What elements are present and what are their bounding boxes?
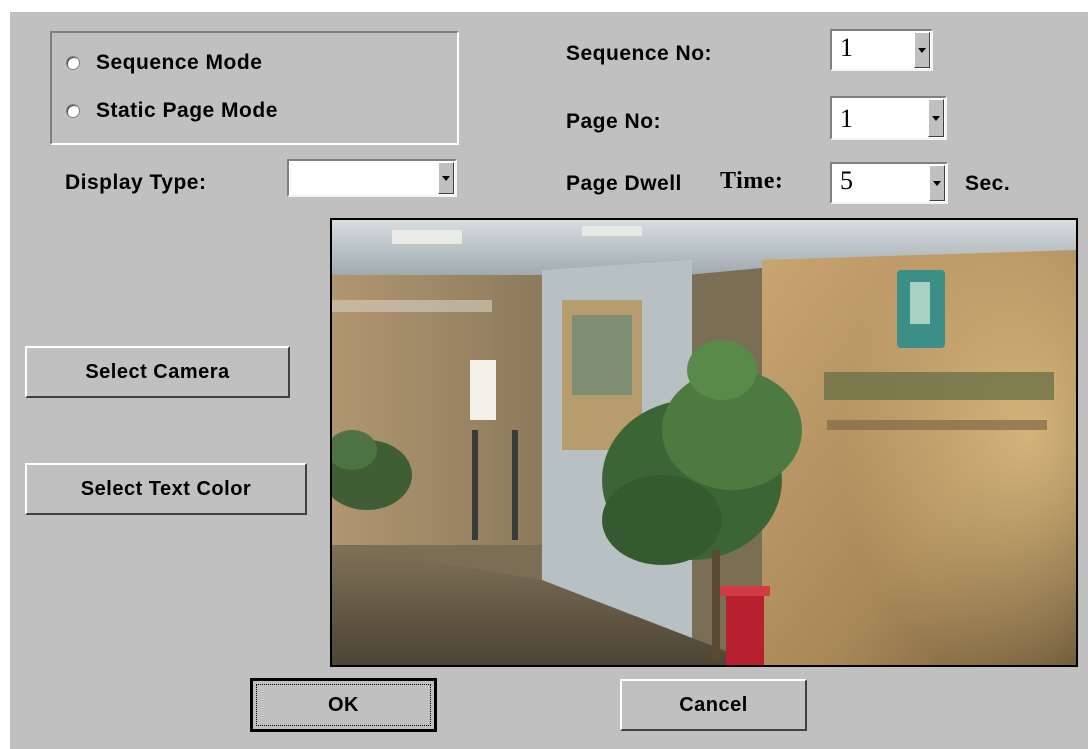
ok-button[interactable]: OK xyxy=(250,678,437,732)
select-text-color-button[interactable]: Select Text Color xyxy=(25,463,307,515)
camera-image xyxy=(332,220,1076,665)
focus-rectangle xyxy=(256,684,431,726)
sequence-no-label: Sequence No: xyxy=(566,42,713,65)
page-no-label: Page No: xyxy=(566,110,662,133)
camera-preview xyxy=(330,218,1078,667)
sequence-mode-radio[interactable]: Sequence Mode xyxy=(66,47,262,79)
page-no-value: 1 xyxy=(840,104,853,133)
sequence-no-value: 1 xyxy=(840,33,853,62)
page-dwell-value: 5 xyxy=(840,166,853,195)
page-dwell-unit: Sec. xyxy=(965,172,1011,195)
radio-icon[interactable] xyxy=(66,104,80,118)
mode-group: Sequence Mode Static Page Mode xyxy=(50,31,459,145)
chevron-down-icon[interactable] xyxy=(928,99,944,137)
static-page-mode-radio[interactable]: Static Page Mode xyxy=(66,95,278,127)
radio-icon[interactable] xyxy=(66,56,80,70)
select-camera-button[interactable]: Select Camera xyxy=(25,346,290,398)
chevron-down-icon[interactable] xyxy=(914,32,930,68)
page-no-select[interactable]: 1 xyxy=(830,96,947,140)
chevron-down-icon[interactable] xyxy=(929,165,945,201)
display-type-select[interactable] xyxy=(287,159,457,197)
sequence-mode-label: Sequence Mode xyxy=(96,51,263,74)
page-dwell-select[interactable]: 5 xyxy=(830,162,948,204)
static-page-mode-label: Static Page Mode xyxy=(96,99,278,122)
camera-settings-dialog: Sequence Mode Static Page Mode Display T… xyxy=(10,12,1088,749)
sequence-no-select[interactable]: 1 xyxy=(830,29,933,71)
page-dwell-label: Page Dwell xyxy=(566,172,682,195)
cancel-button[interactable]: Cancel xyxy=(620,679,807,731)
page-dwell-time-label: Time: xyxy=(720,168,784,194)
chevron-down-icon[interactable] xyxy=(438,162,454,194)
display-type-label: Display Type: xyxy=(65,171,207,194)
